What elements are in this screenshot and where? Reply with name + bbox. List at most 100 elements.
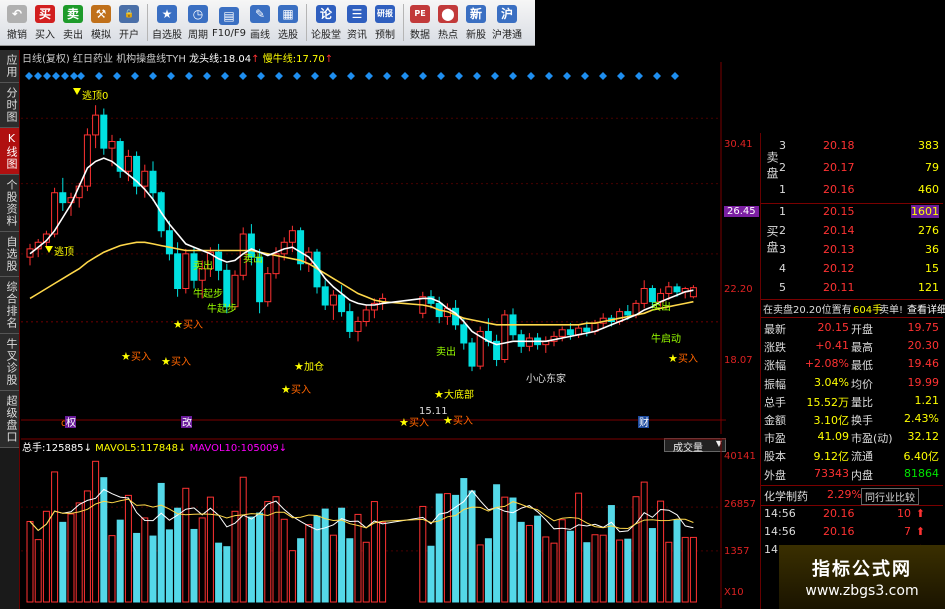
toolbar-button-16[interactable]: 沪沪港通 <box>491 0 523 45</box>
toolbar-button-14[interactable]: ⬤ 热点 <box>435 0 461 45</box>
signal-diamond <box>43 72 51 80</box>
toolbar-button-7[interactable]: ▤ F10/F9 <box>212 0 246 45</box>
signal-diamond <box>70 72 78 80</box>
sell-icon: 卖 <box>63 4 83 23</box>
toolbar-label: 新股 <box>466 29 486 41</box>
pencil-icon: ✎ <box>250 4 270 23</box>
nav-tab-4[interactable]: 自选股 <box>0 232 19 277</box>
star-icon: ★ <box>434 388 444 401</box>
f10-icon: ▤ <box>219 6 239 25</box>
candle-body <box>141 170 149 187</box>
volume-bar <box>182 487 190 603</box>
toolbar-button-11[interactable]: ☰ 资讯 <box>344 0 370 45</box>
volume-bar <box>67 513 75 603</box>
toolbar-label: 数据 <box>410 29 430 41</box>
toolbar-button-15[interactable]: 新新股 <box>463 0 489 45</box>
quote-label-2: 量比 <box>851 395 873 409</box>
volume-bar <box>100 477 108 603</box>
candle-body <box>338 294 346 313</box>
toolbar-button-2[interactable]: 卖卖出 <box>60 0 86 45</box>
volume-bar <box>288 550 296 603</box>
volume-bar <box>133 532 141 603</box>
toolbar-button-9[interactable]: ▦ 选股 <box>275 0 301 45</box>
quote-label-2: 最低 <box>851 359 873 373</box>
up-arrow-icon: ⬆ <box>915 525 925 538</box>
quote-value: 41.09 <box>817 430 850 444</box>
signal-diamond <box>221 72 229 80</box>
sell-level-index: 1 <box>779 183 786 196</box>
signal-diamond <box>653 72 661 80</box>
toolbar-button-1[interactable]: 买买入 <box>32 0 58 45</box>
volume-bar <box>108 535 116 603</box>
star-icon: ★ <box>399 416 409 429</box>
signal-diamond <box>185 72 193 80</box>
toolbar-button-6[interactable]: ◷ 周期 <box>185 0 211 45</box>
buy-icon: 买 <box>35 4 55 23</box>
candle-body <box>460 324 468 344</box>
candle-body <box>174 253 182 290</box>
volume-bar <box>141 517 149 603</box>
candle-body <box>182 253 190 290</box>
nav-tab-2[interactable]: K线图 <box>0 128 19 175</box>
toolbar-button-3[interactable]: ⚒ 模拟 <box>88 0 114 45</box>
volume-bar <box>616 539 624 603</box>
nav-tab-3[interactable]: 个股资料 <box>0 175 19 232</box>
signal-diamond <box>365 72 373 80</box>
toolbar-button-4[interactable]: 🔒 开户 <box>116 0 142 45</box>
volume-bar <box>575 492 583 603</box>
volume-bar <box>370 501 378 603</box>
sell-level-index: 3 <box>779 139 786 152</box>
toolbar-button-10[interactable]: 论论股堂 <box>310 0 342 45</box>
toolbar-button-5[interactable]: ★ 自选股 <box>151 0 183 45</box>
signal-diamond <box>563 72 571 80</box>
volume-bar <box>165 529 173 603</box>
preset-icon: 研报 <box>375 4 395 23</box>
buy-level-volume: 1601 <box>911 205 939 218</box>
vol-axis-3: 1357 <box>724 546 750 557</box>
volume-chart[interactable] <box>21 438 726 608</box>
nav-tab-7[interactable]: 超级盘口 <box>0 391 19 448</box>
up-arrow-icon: ⬆ <box>915 507 925 520</box>
buy-level-index: 4 <box>779 262 786 275</box>
candle-body <box>272 253 280 275</box>
alert-text-2: 卖单! <box>879 305 904 316</box>
industry-compare-button[interactable]: 同行业比较 <box>861 488 919 505</box>
candle-body <box>665 286 673 294</box>
toolbar-button-0[interactable]: ↶ 撤销 <box>4 0 30 45</box>
quote-value-2: 2.43% <box>904 412 939 425</box>
sell-level-1: 1 20.16 460 <box>761 183 941 201</box>
divider <box>761 203 943 204</box>
volume-bar <box>215 542 223 603</box>
sell-level-2: 2 20.17 79 <box>761 161 941 179</box>
quote-value-2: 81864 <box>904 466 939 480</box>
signal-diamond <box>599 72 607 80</box>
nav-tab-0[interactable]: 应用 <box>0 50 19 83</box>
kline-chart[interactable]: 逃顶0逃顶卖出卖出牛起步牛起步★ 买入 ★ 买入★ 买入★ 加仓★ 买入卖出★ 买入15.11… <box>21 62 726 434</box>
sell-level-index: 2 <box>779 161 786 174</box>
quote-row-8: 外盘 73343 内盘 81864 <box>761 467 941 485</box>
candle-body <box>362 309 370 323</box>
candle-body <box>231 274 239 308</box>
nav-tab-5[interactable]: 综合排名 <box>0 277 19 334</box>
toolbar-button-13[interactable]: PE 数据 <box>407 0 433 45</box>
volume-bar <box>460 478 468 603</box>
signal-diamond <box>491 72 499 80</box>
toolbar-button-8[interactable]: ✎ 画线 <box>247 0 273 45</box>
volume-bar <box>542 536 550 603</box>
watermark-url: www.zbgs3.com <box>805 583 919 599</box>
candle-body <box>108 141 116 149</box>
volume-bar <box>493 484 501 603</box>
toolbar-label: 买入 <box>35 29 55 41</box>
signal-diamond <box>203 72 211 80</box>
nav-tab-1[interactable]: 分时图 <box>0 83 19 128</box>
candle-body <box>501 314 509 361</box>
nav-tab-6[interactable]: 牛叉诊股 <box>0 334 19 391</box>
volume-bar <box>92 460 100 603</box>
escape-marker-icon <box>73 88 81 95</box>
alert-detail-link[interactable]: 查看详细 <box>907 301 945 316</box>
volume-bar <box>157 482 165 603</box>
quote-value: 73343 <box>814 466 849 480</box>
tick-price: 20.16 <box>823 507 855 520</box>
toolbar-button-12[interactable]: 研报 预制 <box>372 0 398 45</box>
watchlist-icon: ★ <box>157 4 177 23</box>
